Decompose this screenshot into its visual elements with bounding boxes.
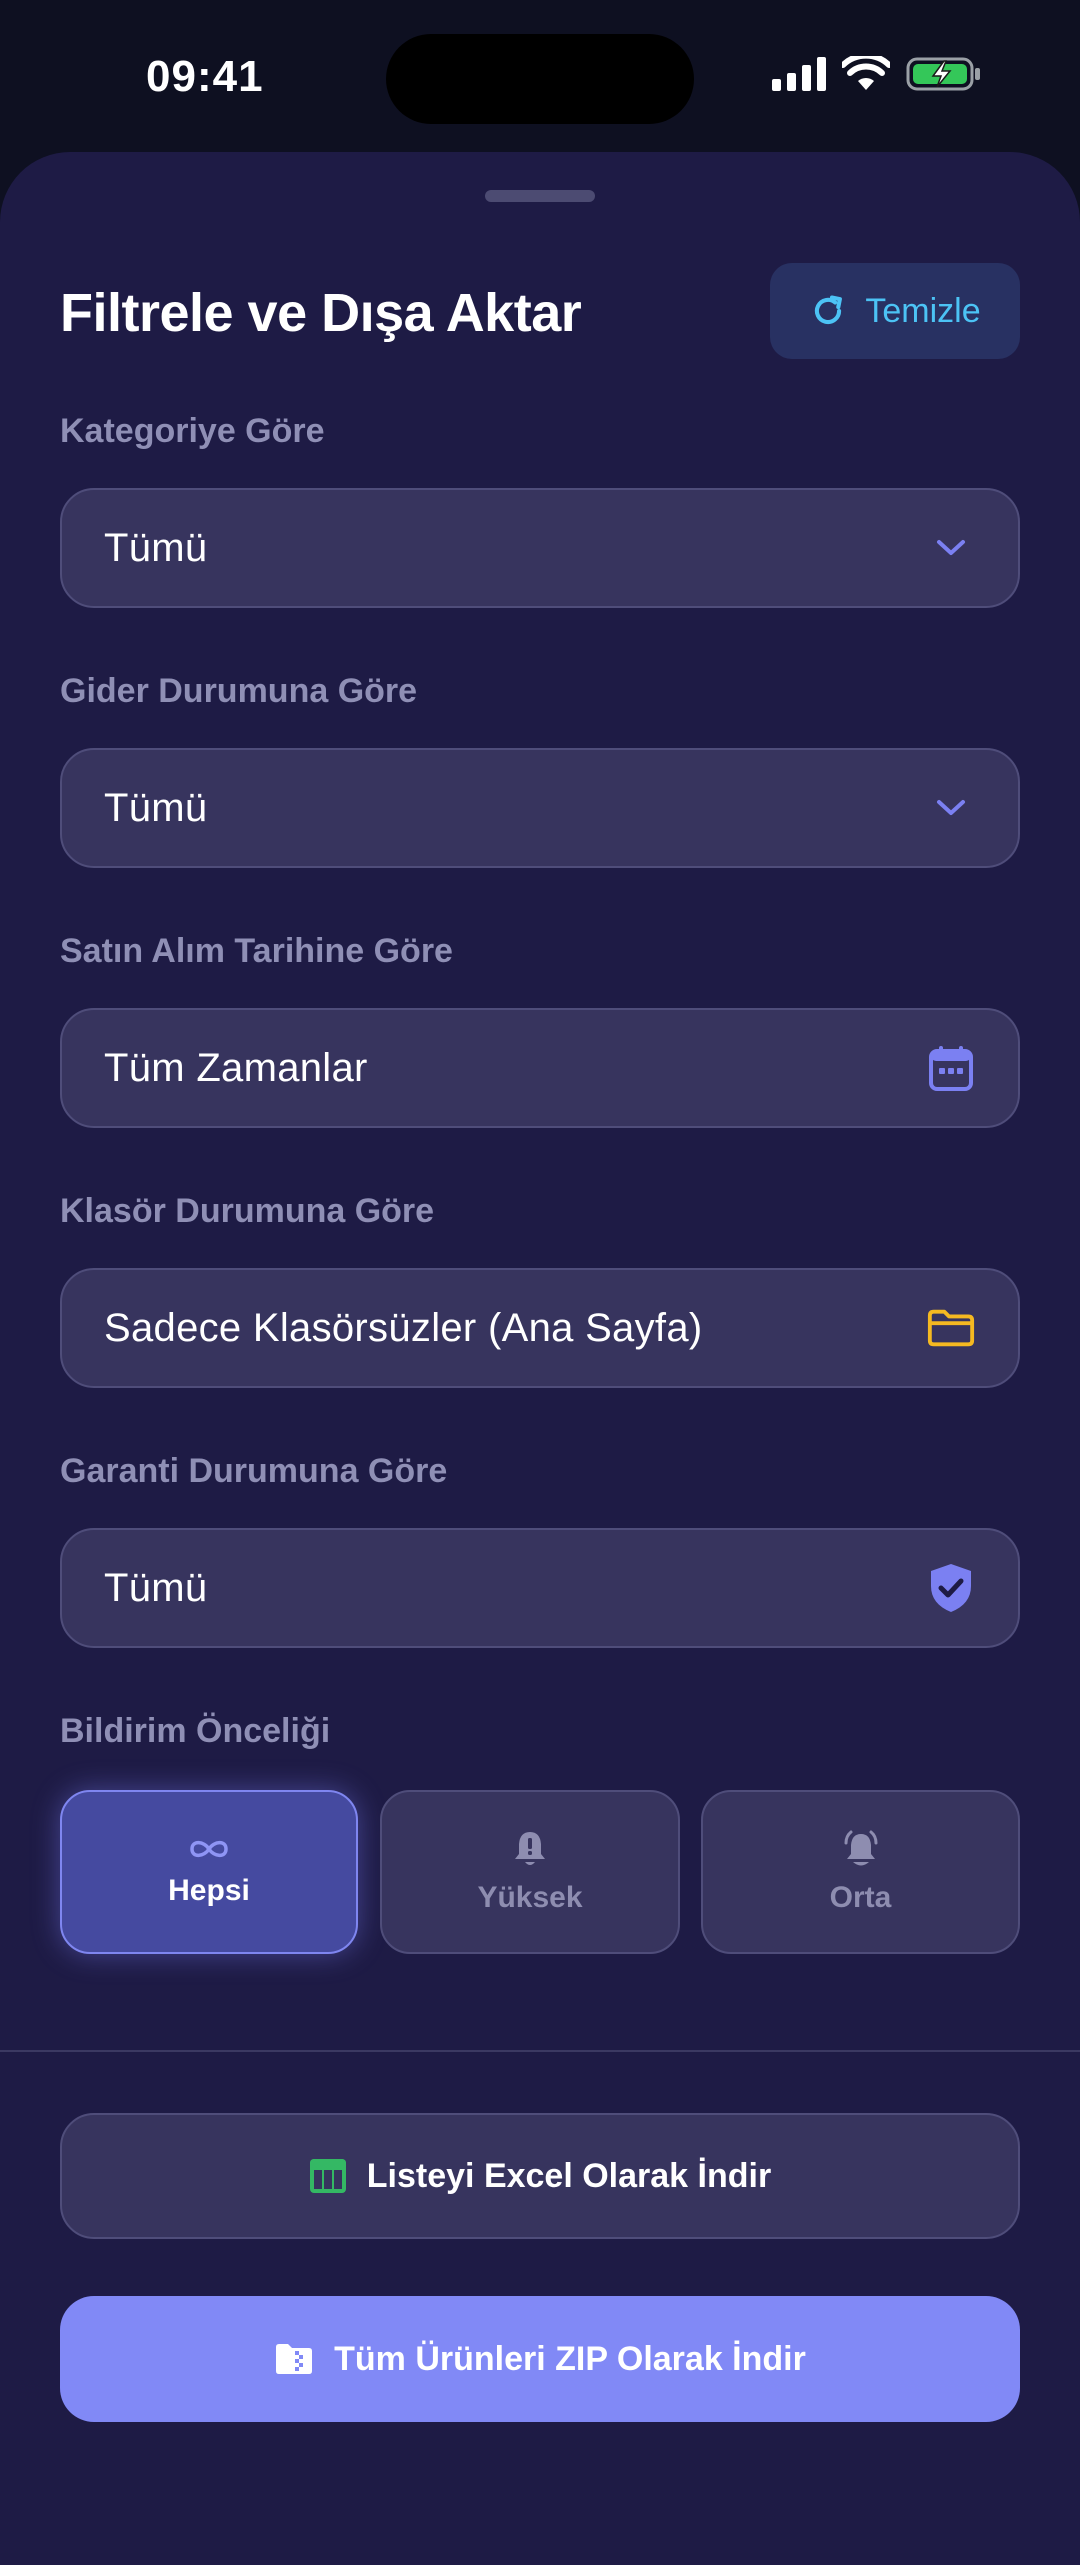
bell-alert-icon [515, 1832, 545, 1865]
export-zip-button[interactable]: Tüm Ürünleri ZIP Olarak İndir [60, 2296, 1020, 2422]
priority-option-high-label: Yüksek [477, 1881, 583, 1914]
filter-export-sheet: Filtrele ve Dışa Aktar Temizle Kategoriy… [0, 152, 1080, 2565]
status-icons [772, 56, 982, 92]
expense-status-value: Tümü [104, 785, 208, 830]
folder-zip-icon [276, 2344, 313, 2374]
export-excel-button[interactable]: Listeyi Excel Olarak İndir [60, 2113, 1020, 2239]
status-bar: 09:41 [0, 0, 1080, 150]
category-filter-label: Kategoriye Göre [60, 412, 325, 450]
infinity-icon [190, 1840, 228, 1858]
category-select[interactable]: Tümü [60, 488, 1020, 608]
priority-option-all[interactable]: Hepsi [60, 1790, 358, 1954]
folder-filter-label: Klasör Durumuna Göre [60, 1192, 435, 1230]
status-time: 09:41 [146, 52, 264, 101]
folder-icon [926, 1303, 976, 1353]
shield-check-icon [926, 1563, 976, 1613]
calendar-icon [926, 1043, 976, 1093]
priority-option-medium[interactable]: Orta [701, 1790, 1020, 1954]
table-icon [309, 2159, 346, 2193]
priority-option-all-label: Hepsi [168, 1874, 250, 1907]
warranty-status-select[interactable]: Tümü [60, 1528, 1020, 1648]
priority-label: Bildirim Önceliği [60, 1712, 331, 1750]
folder-status-value: Sadece Klasörsüzler (Ana Sayfa) [104, 1305, 703, 1350]
clear-filters-label: Temizle [865, 291, 981, 330]
priority-segmented-control: Hepsi Yüksek Orta [60, 1790, 1020, 1954]
wifi-icon [842, 56, 890, 90]
bell-ring-icon [844, 1830, 877, 1866]
chevron-down-icon [926, 783, 976, 833]
warranty-status-value: Tümü [104, 1565, 208, 1610]
category-select-value: Tümü [104, 525, 208, 570]
purchase-date-filter-label: Satın Alım Tarihine Göre [60, 932, 453, 970]
warranty-filter-label: Garanti Durumuna Göre [60, 1452, 448, 1490]
dynamic-island [386, 34, 694, 124]
cellular-signal-icon [772, 57, 826, 91]
priority-option-medium-label: Orta [829, 1881, 892, 1914]
priority-option-high[interactable]: Yüksek [380, 1790, 680, 1954]
export-zip-label: Tüm Ürünleri ZIP Olarak İndir [334, 2339, 806, 2378]
battery-charging-icon [906, 57, 980, 91]
sheet-grabber[interactable] [485, 190, 595, 202]
refresh-icon [815, 295, 843, 325]
purchase-date-picker[interactable]: Tüm Zamanlar [60, 1008, 1020, 1128]
export-excel-label: Listeyi Excel Olarak İndir [366, 2156, 772, 2195]
clear-filters-button[interactable]: Temizle [770, 263, 1020, 359]
section-divider [0, 2050, 1080, 2052]
chevron-down-icon [926, 523, 976, 573]
folder-status-select[interactable]: Sadece Klasörsüzler (Ana Sayfa) [60, 1268, 1020, 1388]
expense-filter-label: Gider Durumuna Göre [60, 672, 418, 710]
expense-status-select[interactable]: Tümü [60, 748, 1020, 868]
sheet-title: Filtrele ve Dışa Aktar [60, 283, 582, 343]
purchase-date-value: Tüm Zamanlar [104, 1045, 368, 1090]
